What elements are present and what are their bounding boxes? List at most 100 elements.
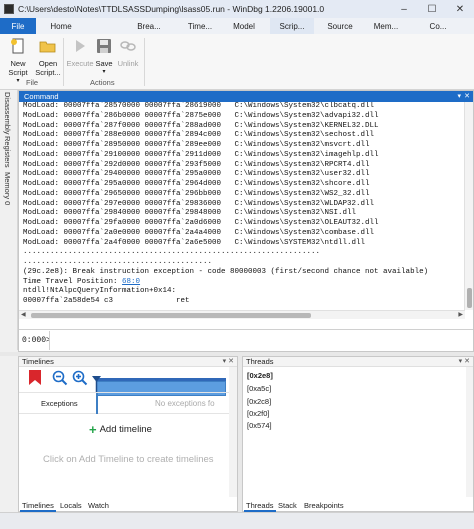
- command-output: ModLoad: 00007ffa`28570000 00007ffa`2861…: [19, 102, 465, 310]
- exceptions-timeline-row[interactable]: Exceptions No exceptions fo: [19, 392, 237, 414]
- tab-breakpoints-panel[interactable]: Breakpoints: [302, 499, 346, 512]
- threads-title: Threads: [246, 357, 274, 366]
- unlink-label: Unlink: [117, 59, 139, 68]
- command-output-line: ModLoad: 00007ffa`286b0000 00007ffa`2875…: [23, 111, 379, 120]
- thread-item[interactable]: [0x2e8]: [246, 371, 274, 380]
- thread-item[interactable]: [0x2f0]: [246, 409, 271, 418]
- exceptions-empty-text: No exceptions fo: [155, 399, 215, 408]
- thread-item[interactable]: [0x574]: [246, 421, 273, 430]
- timelines-toolbar: [19, 367, 237, 396]
- command-output-line: ntdll!NtAlpcQueryInformation+0x14:: [23, 287, 177, 296]
- command-output-line: ........................................…: [23, 248, 321, 257]
- command-output-line: 00007ffa`2a58de54 c3 ret: [23, 297, 190, 305]
- command-output-line: ModLoad: 00007ffa`29fa0000 00007ffa`2a0d…: [23, 219, 379, 227]
- maximize-icon[interactable]: ☐: [418, 0, 446, 18]
- ribbon-tab-strip: File Home Brea... Time... Model Scrip...…: [0, 18, 474, 34]
- command-prompt: 0:000>: [22, 336, 51, 345]
- timelines-hint: Click on Add Timeline to create timeline…: [43, 454, 214, 465]
- tab-watch[interactable]: Watch: [86, 499, 111, 512]
- command-output-line: ModLoad: 00007ffa`297e0000 00007ffa`2983…: [23, 199, 375, 208]
- thread-item[interactable]: [0x2c8]: [246, 397, 272, 406]
- side-tab-memory[interactable]: Memory 0: [3, 172, 12, 205]
- tab-stack[interactable]: Stack: [276, 499, 299, 512]
- close-icon[interactable]: ✕: [464, 91, 470, 102]
- exceptions-label: Exceptions: [41, 399, 78, 408]
- command-output-line: ModLoad: 00007ffa`29840000 00007ffa`2984…: [23, 209, 357, 218]
- side-tab-strip: Disassembly Registers Memory 0: [0, 90, 18, 350]
- side-tab-registers[interactable]: Registers: [3, 136, 12, 168]
- timelines-panel: Timelines ▾ ✕ Exceptions No exceptions f…: [18, 356, 238, 512]
- open-script-label: Open Script...: [35, 59, 61, 77]
- tab-threads[interactable]: Threads: [244, 499, 276, 512]
- command-horizontal-scrollbar[interactable]: ◀ ▶: [19, 310, 465, 319]
- save-label: Save: [95, 59, 113, 68]
- tab-source[interactable]: Source: [322, 18, 358, 34]
- tab-command[interactable]: Co...: [416, 18, 460, 34]
- tab-model[interactable]: Model: [228, 18, 260, 34]
- timelines-scrollbar[interactable]: [229, 367, 237, 497]
- scroll-left-icon[interactable]: ◀: [21, 311, 26, 320]
- new-script-icon: [11, 38, 24, 54]
- scroll-right-icon[interactable]: ▶: [458, 311, 463, 320]
- panel-controls-icon[interactable]: ▾ ✕: [459, 357, 470, 367]
- title-bar: C:\Users\desto\Notes\TTDLSASSDumping\lsa…: [0, 0, 474, 18]
- timelines-title: Timelines: [22, 357, 54, 366]
- tab-memory[interactable]: Mem...: [368, 18, 404, 34]
- dropdown-icon[interactable]: ▾: [457, 91, 461, 102]
- tab-scripting[interactable]: Scrip...: [270, 18, 314, 34]
- timeline-position-line: [96, 393, 98, 414]
- zoom-out-icon[interactable]: [52, 370, 68, 386]
- command-output-line: ModLoad: 00007ffa`2a0e0000 00007ffa`2a4a…: [23, 228, 375, 237]
- command-output-line: Time Travel Position: 68:0: [23, 277, 141, 286]
- status-bar: [0, 512, 474, 529]
- command-input[interactable]: [49, 331, 469, 350]
- minimize-icon[interactable]: –: [390, 0, 418, 18]
- time-travel-position-link[interactable]: 68:0: [122, 278, 140, 286]
- command-vertical-scrollbar[interactable]: [464, 102, 473, 310]
- command-output-line: ModLoad: 00007ffa`28570000 00007ffa`2861…: [23, 102, 375, 110]
- command-output-line: ModLoad: 00007ffa`292d0000 00007ffa`293f…: [23, 160, 370, 169]
- threads-panel: Threads ▾ ✕ [0x2e8] [0xa5c] [0x2c8] [0x2…: [242, 356, 474, 512]
- command-output-line: ModLoad: 00007ffa`28950000 00007ffa`289e…: [23, 141, 370, 149]
- command-window: Command ▾ ✕ ModLoad: 00007ffa`28570000 0…: [18, 90, 474, 352]
- unlink-icon: [120, 41, 136, 51]
- thread-item[interactable]: [0xa5c]: [246, 384, 272, 393]
- actions-group-label: Actions: [90, 78, 115, 87]
- command-output-line: ........................................…: [23, 258, 213, 266]
- close-icon[interactable]: ✕: [446, 0, 474, 18]
- scrollbar-thumb[interactable]: [31, 313, 311, 318]
- window-controls: – ☐ ✕: [390, 0, 474, 18]
- open-script-icon: [39, 41, 56, 53]
- window-title: C:\Users\desto\Notes\TTDLSASSDumping\lsa…: [18, 4, 325, 14]
- tab-file[interactable]: File: [0, 18, 36, 34]
- unlink-button[interactable]: Unlink: [114, 37, 142, 68]
- command-output-line: ModLoad: 00007ffa`29650000 00007ffa`296b…: [23, 189, 370, 198]
- command-window-header: Command ▾ ✕: [19, 91, 473, 102]
- scrollbar-thumb[interactable]: [467, 288, 472, 308]
- tab-time-travel[interactable]: Time...: [180, 18, 220, 34]
- threads-header: Threads ▾ ✕: [243, 357, 473, 367]
- ribbon-divider: [144, 38, 145, 86]
- command-output-line: ModLoad: 00007ffa`295a0000 00007ffa`2964…: [23, 180, 370, 188]
- tab-timelines[interactable]: Timelines: [20, 499, 56, 512]
- open-script-button[interactable]: Open Script...: [34, 37, 62, 77]
- zoom-in-icon[interactable]: [72, 370, 88, 386]
- threads-scrollbar[interactable]: [466, 367, 473, 497]
- timeline-position-marker-icon[interactable]: [92, 376, 101, 392]
- side-tab-disassembly[interactable]: Disassembly: [3, 92, 12, 135]
- tab-locals[interactable]: Locals: [58, 499, 84, 512]
- breakpoint-marker-icon[interactable]: [28, 369, 42, 386]
- tab-home[interactable]: Home: [42, 18, 80, 34]
- command-tab[interactable]: Command: [19, 91, 64, 102]
- tab-breakpoints[interactable]: Brea...: [128, 18, 170, 34]
- plus-icon: +: [89, 421, 97, 437]
- command-output-line: ModLoad: 00007ffa`29100000 00007ffa`2911…: [23, 150, 379, 159]
- panel-controls-icon[interactable]: ▾ ✕: [223, 357, 234, 367]
- ribbon: New Script ▾ Open Script... File Execute…: [0, 34, 474, 90]
- ribbon-divider: [63, 38, 64, 86]
- app-icon: [4, 4, 14, 14]
- add-timeline-button[interactable]: + Add timeline: [89, 421, 152, 437]
- command-output-line: ModLoad: 00007ffa`287f0000 00007ffa`288a…: [23, 121, 379, 130]
- command-output-line: ModLoad: 00007ffa`2a4f0000 00007ffa`2a6e…: [23, 238, 366, 247]
- execute-icon: [76, 40, 85, 52]
